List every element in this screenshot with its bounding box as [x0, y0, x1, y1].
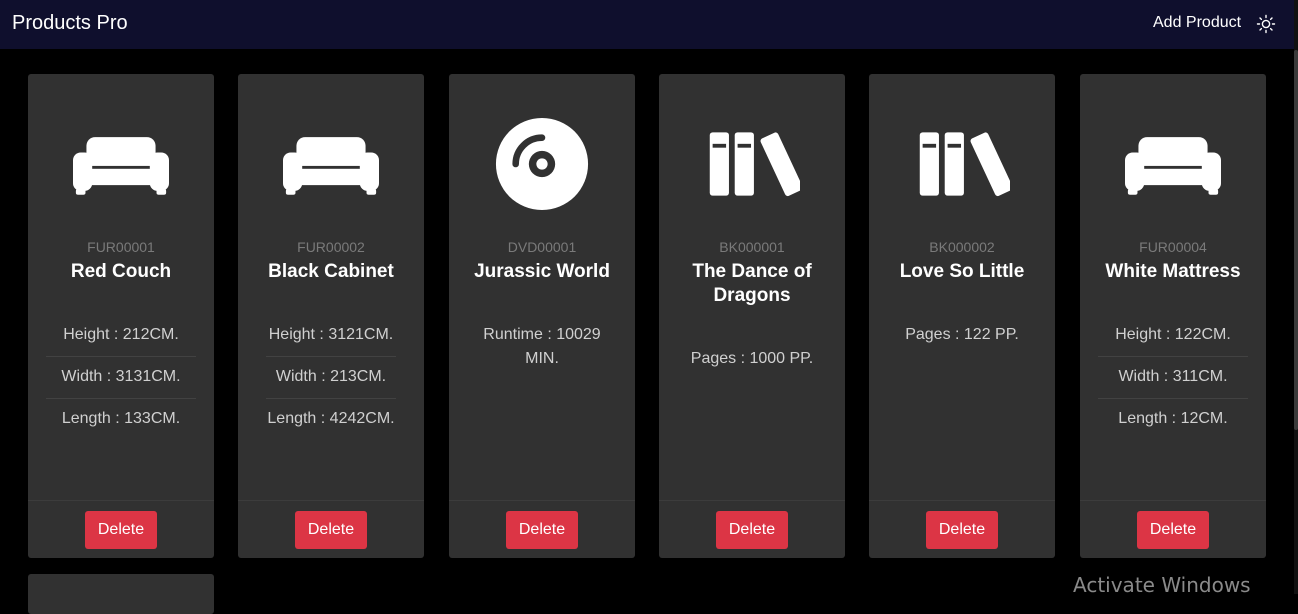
navbar: Products Pro Add Product [0, 0, 1298, 49]
attribute-runtime: Runtime : 10029 MIN. [483, 326, 601, 367]
product-sku: FUR00004 [1139, 239, 1207, 255]
compact-disc-icon [495, 117, 589, 211]
card-footer: Delete [659, 500, 845, 558]
product-card: BK000002 Love So Little Pages : 122 PP. … [869, 74, 1055, 558]
attribute-pages: Pages : 1000 PP. [690, 350, 814, 367]
card-footer: Delete [449, 500, 635, 558]
card-footer: Delete [238, 500, 424, 558]
couch-icon [283, 133, 379, 195]
delete-button[interactable]: Delete [1137, 511, 1209, 549]
product-sku: BK000002 [929, 239, 995, 255]
add-product-link[interactable]: Add Product [1153, 13, 1241, 33]
attribute-height: Height : 122CM. [1098, 315, 1248, 357]
delete-button[interactable]: Delete [85, 511, 157, 549]
product-name: White Mattress [1105, 261, 1241, 282]
product-card: FUR00002 Black Cabinet Height : 3121CM. … [238, 74, 424, 558]
card-footer: Delete [28, 500, 214, 558]
attribute-length: Length : 133CM. [61, 410, 181, 427]
product-name: Jurassic World [474, 261, 610, 282]
books-icon [914, 130, 1010, 198]
product-name: Black Cabinet [268, 261, 394, 282]
product-attributes: Height : 212CM. Width : 3131CM. Length :… [46, 315, 196, 440]
product-attributes: Pages : 1000 PP. [677, 339, 827, 380]
product-card: FUR00001 Red Couch Height : 212CM. Width… [28, 74, 214, 558]
delete-button[interactable]: Delete [295, 511, 367, 549]
books-icon [704, 130, 800, 198]
product-sku: FUR00001 [87, 239, 155, 255]
sun-icon [1256, 14, 1276, 34]
product-name: The Dance of Dragons [692, 261, 812, 306]
attribute-height: Height : 212CM. [46, 315, 196, 357]
product-attributes: Height : 3121CM. Width : 213CM. Length :… [266, 315, 396, 440]
attribute-width: Width : 213CM. [266, 357, 396, 399]
attribute-length: Length : 12CM. [1118, 410, 1228, 427]
product-attributes: Runtime : 10029 MIN. [477, 315, 607, 380]
product-name: Red Couch [70, 261, 172, 282]
card-footer: Delete [1080, 500, 1266, 558]
product-sku: FUR00002 [297, 239, 365, 255]
couch-icon [73, 133, 169, 195]
delete-button[interactable]: Delete [716, 511, 788, 549]
attribute-pages: Pages : 122 PP. [905, 326, 1019, 343]
product-attributes: Height : 122CM. Width : 311CM. Length : … [1098, 315, 1248, 440]
product-sku: BK000001 [719, 239, 785, 255]
product-attributes: Pages : 122 PP. [887, 315, 1037, 356]
card-footer: Delete [869, 500, 1055, 558]
product-name: Love So Little [899, 261, 1025, 282]
page-scrollbar[interactable] [1294, 0, 1298, 594]
theme-toggle-button[interactable] [1256, 14, 1276, 34]
product-sku: DVD00001 [507, 239, 577, 255]
product-card: FUR00004 White Mattress Height : 122CM. … [1080, 74, 1266, 558]
scrollbar-thumb[interactable] [1294, 50, 1298, 430]
brand-title[interactable]: Products Pro [12, 11, 128, 35]
attribute-length: Length : 4242CM. [267, 410, 395, 427]
attribute-width: Width : 311CM. [1098, 357, 1248, 399]
delete-button[interactable]: Delete [926, 511, 998, 549]
attribute-width: Width : 3131CM. [46, 357, 196, 399]
product-card: BK000001 The Dance of Dragons Pages : 10… [659, 74, 845, 558]
delete-button[interactable]: Delete [506, 511, 578, 549]
product-card: DVD00001 Jurassic World Runtime : 10029 … [449, 74, 635, 558]
attribute-height: Height : 3121CM. [266, 315, 396, 357]
couch-icon [1125, 133, 1221, 195]
product-card-partial [28, 574, 214, 614]
activate-windows-watermark: Activate Windows [1073, 573, 1251, 597]
